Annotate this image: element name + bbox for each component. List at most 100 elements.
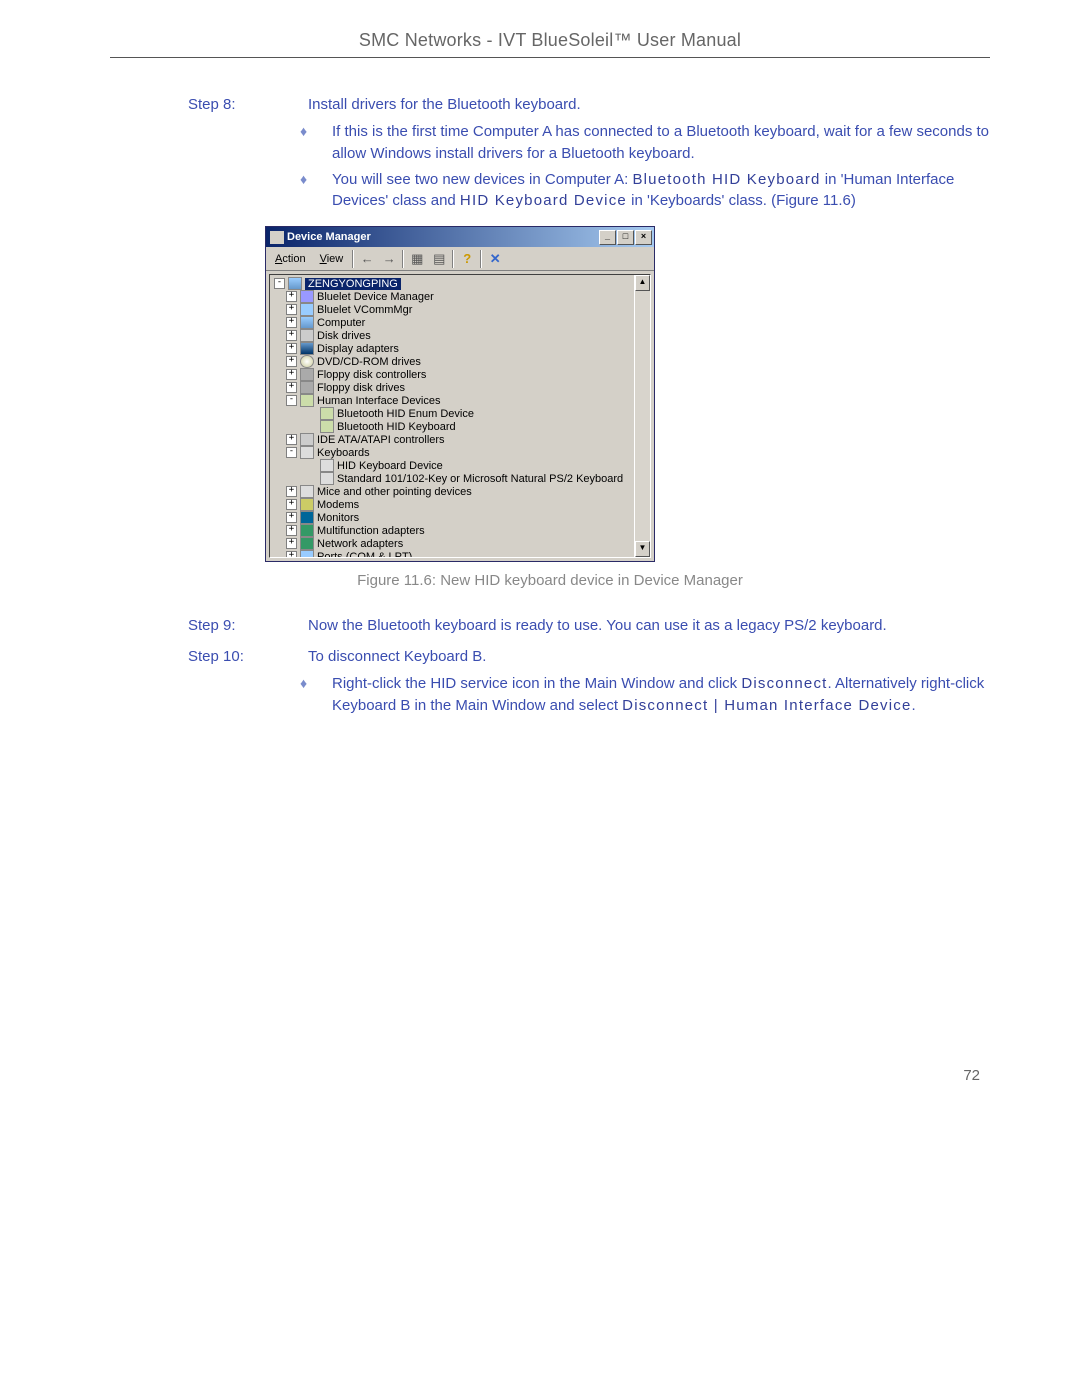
tree-node-label[interactable]: Modems [317,499,359,511]
menubar: Action View ← → ▦ ▤ ? ✕ [266,247,654,271]
collapse-icon[interactable]: - [286,395,297,406]
tree-node[interactable]: + Multifunction adapters [272,524,650,537]
cd-icon [300,355,314,368]
tree-node-label[interactable]: Display adapters [317,343,399,355]
step-9-label: Step 9: [110,615,298,636]
tree-node-label[interactable]: IDE ATA/ATAPI controllers [317,434,445,446]
term-disconnect-hid: Disconnect | Human Interface Device [622,697,911,714]
header-rule [110,57,990,58]
step-10-bullet-1-text: Right-click the HID service icon in the … [326,673,990,717]
tree-node-label[interactable]: DVD/CD-ROM drives [317,356,421,368]
tree-node[interactable]: + Ports (COM & LPT) [272,550,650,558]
tree-node-label[interactable]: Mice and other pointing devices [317,486,472,498]
tree-node[interactable]: + Floppy disk drives [272,381,650,394]
expand-icon[interactable]: + [286,291,297,302]
toolbar-properties-icon[interactable]: ▦ [407,250,427,268]
expand-icon[interactable]: + [286,356,297,367]
step-10: Step 10: To disconnect Keyboard B. [110,646,990,667]
tree-node[interactable]: HID Keyboard Device [272,459,650,472]
minimize-button[interactable]: _ [599,230,616,245]
tree-node-label[interactable]: Bluelet Device Manager [317,291,434,303]
diamond-icon: ♦ [110,673,326,717]
vertical-scrollbar[interactable]: ▲ ▼ [634,275,650,557]
expand-icon[interactable]: + [286,486,297,497]
figure-caption: Figure 11.6: New HID keyboard device in … [110,572,990,589]
tree-node-label[interactable]: Floppy disk controllers [317,369,426,381]
collapse-icon[interactable]: - [274,278,285,289]
tree-node-label[interactable]: Disk drives [317,330,371,342]
toolbar-help-icon[interactable]: ? [457,250,477,268]
tree-root[interactable]: - ZENGYONGPING [272,277,650,290]
tree-node-label[interactable]: HID Keyboard Device [337,460,443,472]
tree-node[interactable]: + Bluelet Device Manager [272,290,650,303]
expand-icon[interactable]: + [286,538,297,549]
tree-node[interactable]: + Mice and other pointing devices [272,485,650,498]
titlebar[interactable]: Device Manager _ □ × [266,227,654,247]
collapse-icon[interactable]: - [286,447,297,458]
text-fragment: You will see two new devices in Computer… [332,171,632,188]
tree-node[interactable]: - Keyboards [272,446,650,459]
tree-node[interactable]: + Floppy disk controllers [272,368,650,381]
display-icon [300,342,314,355]
device-tree[interactable]: - ZENGYONGPING + Bluelet Device Manager + B… [269,274,651,558]
step-8-bullet-2-text: You will see two new devices in Computer… [326,169,990,213]
toolbar-back-icon[interactable]: ← [357,250,377,268]
tree-node[interactable]: + DVD/CD-ROM drives [272,355,650,368]
expand-icon[interactable]: + [286,551,297,558]
tree-node-label[interactable]: Bluelet VCommMgr [317,304,412,316]
tree-node[interactable]: Bluetooth HID Keyboard [272,420,650,433]
kbd-icon [320,459,334,472]
tree-node[interactable]: - Human Interface Devices [272,394,650,407]
figure-11-6: Device Manager _ □ × Action View ← → ▦ ▤… [265,226,990,562]
expand-icon[interactable]: + [286,304,297,315]
expand-icon[interactable]: + [286,369,297,380]
scroll-down-icon[interactable]: ▼ [635,541,650,557]
tree-node-label[interactable]: Monitors [317,512,359,524]
tree-node-label[interactable]: Floppy disk drives [317,382,405,394]
tree-node[interactable]: Bluetooth HID Enum Device [272,407,650,420]
menu-action[interactable]: Action [268,252,313,266]
tree-node[interactable]: + Disk drives [272,329,650,342]
close-button[interactable]: × [635,230,652,245]
maximize-button[interactable]: □ [617,230,634,245]
tree-node-label[interactable]: Ports (COM & LPT) [317,551,412,559]
tree-node-label[interactable]: Multifunction adapters [317,525,425,537]
scroll-up-icon[interactable]: ▲ [635,275,650,291]
tree-node-label[interactable]: Standard 101/102-Key or Microsoft Natura… [337,473,623,485]
expand-icon[interactable]: + [286,330,297,341]
floppy-icon [300,368,314,381]
tree-node[interactable]: + Modems [272,498,650,511]
expand-icon[interactable]: + [286,525,297,536]
menu-view[interactable]: View [313,252,351,266]
tree-node[interactable]: + Computer [272,316,650,329]
tree-node[interactable]: + Monitors [272,511,650,524]
expand-icon[interactable]: + [286,343,297,354]
expand-icon[interactable]: + [286,317,297,328]
root-label[interactable]: ZENGYONGPING [305,278,401,290]
expand-icon[interactable]: + [286,382,297,393]
expand-icon[interactable]: + [286,512,297,523]
net-icon [300,524,314,537]
step-10-title: To disconnect Keyboard B. [298,646,990,667]
tree-node-label[interactable]: Bluetooth HID Enum Device [337,408,474,420]
expand-icon[interactable]: + [286,499,297,510]
text-fragment: in 'Keyboards' class. (Figure 11.6) [627,192,856,209]
expand-icon[interactable]: + [286,434,297,445]
device-manager-window: Device Manager _ □ × Action View ← → ▦ ▤… [265,226,655,562]
toolbar-forward-icon[interactable]: → [379,250,399,268]
toolbar-refresh-icon[interactable]: ▤ [429,250,449,268]
hid-icon [320,407,334,420]
tree-node[interactable]: Standard 101/102-Key or Microsoft Natura… [272,472,650,485]
tree-node-label[interactable]: Computer [317,317,365,329]
computer-icon [288,277,302,290]
tree-node[interactable]: + Display adapters [272,342,650,355]
tree-node[interactable]: + Network adapters [272,537,650,550]
tree-node-label[interactable]: Human Interface Devices [317,395,441,407]
tree-node-label[interactable]: Bluetooth HID Keyboard [337,421,456,433]
toolbar-remove-icon[interactable]: ✕ [485,250,505,268]
tree-node-label[interactable]: Network adapters [317,538,403,550]
tree-node[interactable]: + Bluelet VCommMgr [272,303,650,316]
net-icon [300,537,314,550]
tree-node-label[interactable]: Keyboards [317,447,370,459]
tree-node[interactable]: + IDE ATA/ATAPI controllers [272,433,650,446]
